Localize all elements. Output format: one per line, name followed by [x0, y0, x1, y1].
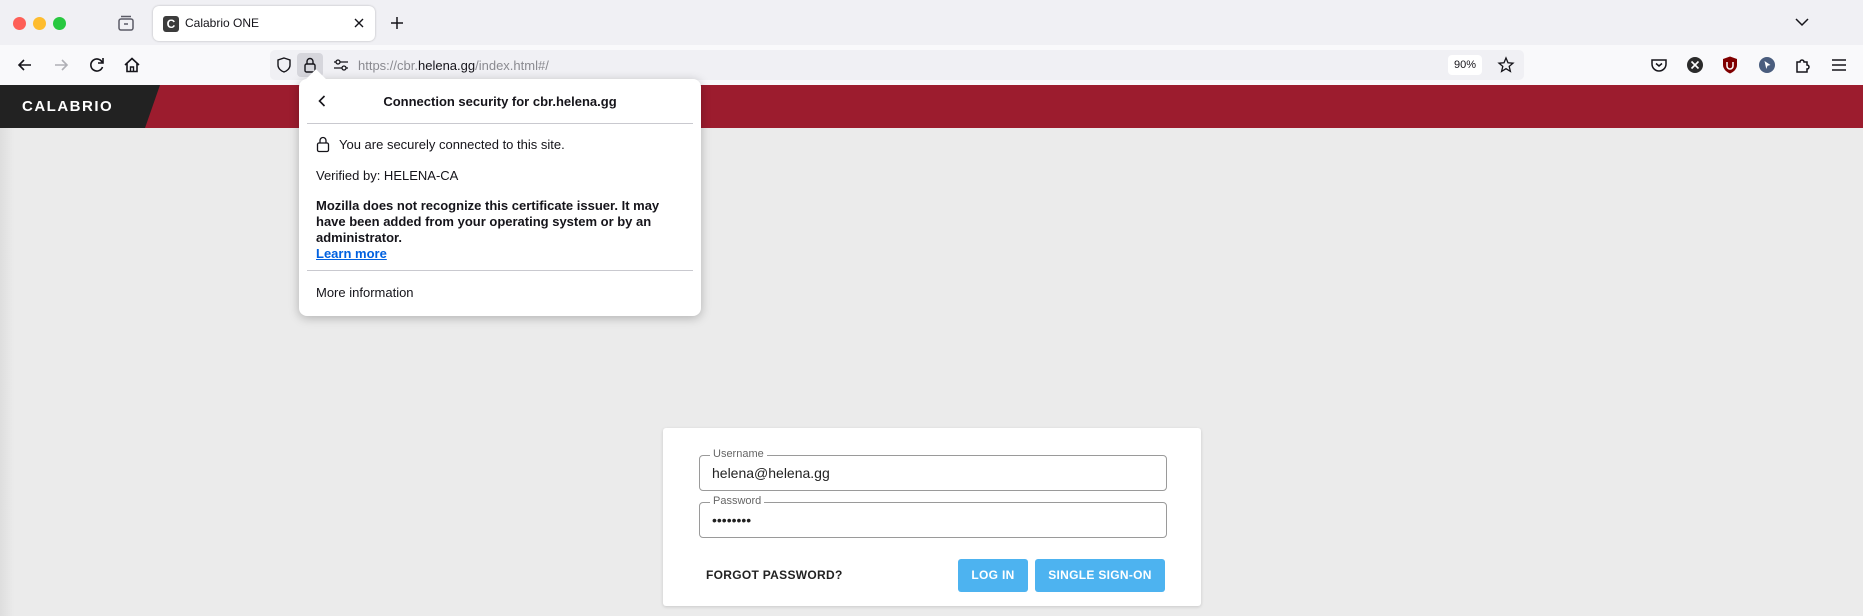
browser-tab[interactable]: C Calabrio ONE [153, 6, 375, 41]
forward-arrow-icon[interactable] [51, 55, 71, 75]
verified-by-text: Verified by: HELENA-CA [316, 168, 459, 183]
star-icon[interactable] [1497, 56, 1515, 74]
tab-strip: C Calabrio ONE [0, 0, 1863, 45]
window-close-button[interactable] [13, 17, 26, 30]
address-bar[interactable]: https://cbr.helena.gg/index.html#/ 90% [270, 50, 1524, 80]
pocket-icon[interactable] [1649, 55, 1669, 75]
username-field[interactable]: Username [699, 448, 1167, 491]
reload-icon[interactable] [87, 55, 107, 75]
ublock-icon[interactable] [1720, 55, 1740, 75]
window-zoom-button[interactable] [53, 17, 66, 30]
menu-icon[interactable] [1829, 55, 1849, 75]
tab-title: Calabrio ONE [185, 16, 260, 30]
username-input[interactable] [712, 465, 1152, 481]
single-sign-on-button[interactable]: SINGLE SIGN-ON [1035, 559, 1165, 592]
password-field[interactable]: Password [699, 495, 1167, 538]
shield-icon[interactable] [275, 56, 293, 74]
window-minimize-button[interactable] [33, 17, 46, 30]
log-in-button[interactable]: LOG IN [958, 559, 1028, 592]
connection-security-popup: Connection security for cbr.helena.gg Yo… [299, 69, 701, 316]
calabrio-favicon-icon: C [163, 16, 179, 32]
puzzle-icon[interactable] [1793, 55, 1813, 75]
page-shadow [0, 128, 14, 616]
chevron-down-icon[interactable] [1793, 13, 1811, 31]
login-card: Username Password FORGOT PASSWORD? LOG I… [663, 428, 1201, 606]
back-arrow-icon[interactable] [15, 55, 35, 75]
close-icon[interactable] [351, 15, 367, 31]
extension-icon[interactable] [1685, 55, 1705, 75]
more-information-button[interactable]: More information [316, 285, 414, 300]
zoom-level-badge[interactable]: 90% [1448, 55, 1483, 75]
secure-connection-text: You are securely connected to this site. [339, 137, 565, 152]
cursor-icon[interactable] [1757, 55, 1777, 75]
password-input[interactable] [712, 512, 1152, 528]
popup-title: Connection security for cbr.helena.gg [383, 94, 617, 109]
permissions-icon[interactable] [332, 56, 350, 74]
lock-icon [316, 136, 330, 153]
url-text: https://cbr.helena.gg/index.html#/ [358, 58, 549, 73]
forgot-password-link[interactable]: FORGOT PASSWORD? [706, 568, 843, 582]
password-label: Password [710, 495, 765, 507]
plus-icon[interactable] [388, 14, 406, 32]
certificate-warning-text: Mozilla does not recognize this certific… [316, 198, 660, 245]
popup-divider [307, 123, 693, 124]
popup-divider [307, 270, 693, 271]
logo-block: CALABRIO [0, 85, 160, 128]
learn-more-link[interactable]: Learn more [316, 246, 387, 261]
tab-overview-icon[interactable] [117, 14, 135, 32]
home-icon[interactable] [122, 55, 142, 75]
nav-toolbar: https://cbr.helena.gg/index.html#/ 90% [0, 45, 1863, 85]
app-header: CALABRIO [0, 85, 1863, 128]
username-label: Username [710, 448, 767, 460]
calabrio-logo[interactable]: CALABRIO [22, 98, 113, 115]
